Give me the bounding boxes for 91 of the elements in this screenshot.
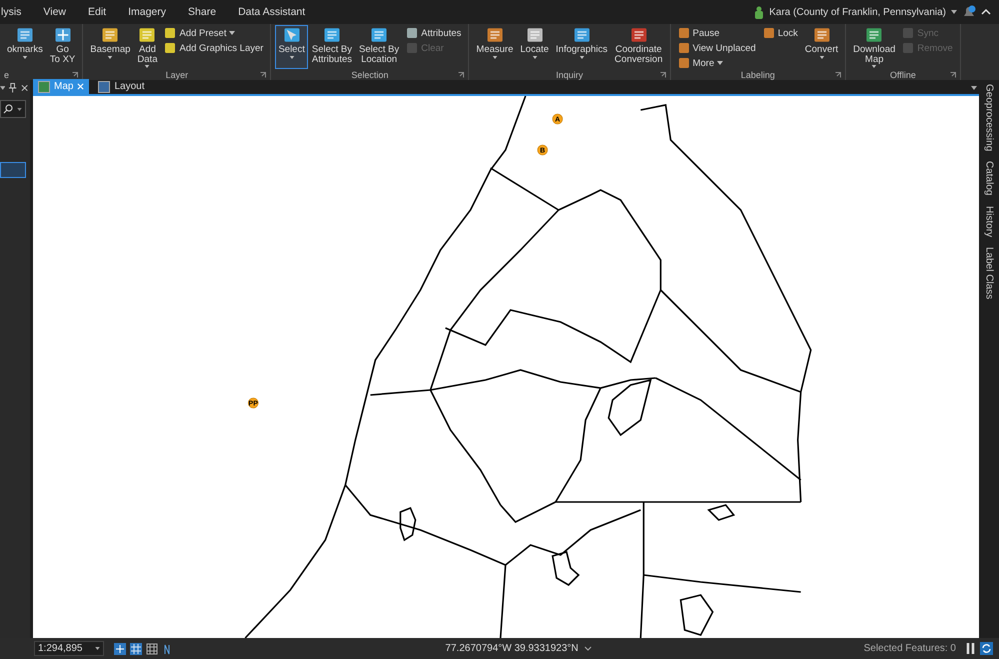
search-field[interactable] [0,100,26,118]
group-label: Labeling [740,70,775,80]
coordinates-text: 77.2670794°W 39.9331923°N [445,643,578,654]
close-icon[interactable] [20,84,28,92]
caret-icon[interactable] [584,646,592,651]
tool-icon [164,27,176,39]
tool-icon [54,26,72,44]
caret-icon[interactable] [971,86,977,90]
document-tab[interactable]: Layout [93,79,150,94]
tool-icon [572,26,591,44]
tool-icon [16,26,34,44]
caret-icon [95,647,100,650]
ribbon-tab[interactable]: Data Assistant [238,6,306,18]
dialog-launcher-icon[interactable] [835,72,842,78]
ribbon-button[interactable]: okmarks [4,25,46,69]
dialog-launcher-icon[interactable] [72,72,78,78]
tool-icon [370,26,388,44]
ribbon-button[interactable]: Coordinate Conversion [612,25,666,69]
tool-icon [406,27,418,39]
dock-tab[interactable]: Catalog [984,161,994,196]
tool-icon [282,26,301,44]
layout-icon [98,80,110,92]
ribbon-button[interactable]: Select [275,25,308,69]
ribbon-button[interactable]: Pause [674,26,759,40]
tool-icon [678,42,690,54]
ribbon-tab[interactable]: View [43,6,66,18]
ribbon-button[interactable]: Infographics [552,25,611,69]
tool-icon [322,26,341,44]
grid-icon[interactable] [130,642,142,654]
tool-icon [101,26,120,44]
ribbon-button[interactable]: Select By Location [356,25,402,69]
tool-icon [678,57,690,69]
tool-icon [902,27,914,39]
group-label: e [4,70,10,80]
ribbon-button[interactable]: Select By Attributes [308,25,355,69]
map-icon [38,80,50,92]
tool-icon [865,26,884,44]
tool-icon [812,26,831,44]
ribbon-button[interactable]: Download Map [850,25,898,69]
ribbon-button[interactable]: Add Preset [161,26,266,40]
caret-icon [951,10,957,14]
caret-icon[interactable] [0,86,6,90]
ribbon-button[interactable]: More [674,56,759,70]
dock-tab[interactable]: History [984,206,994,237]
dialog-launcher-icon[interactable] [660,72,666,78]
ribbon-tab[interactable]: Share [188,6,216,18]
pause-icon[interactable] [966,643,976,654]
layer-row[interactable] [0,162,26,178]
dialog-launcher-icon[interactable] [458,72,464,78]
pin-icon[interactable] [9,83,17,93]
tool-icon [486,26,504,44]
ribbon-button[interactable]: Basemap [87,25,134,69]
dialog-launcher-icon[interactable] [260,72,266,78]
snapping-icon[interactable] [114,642,126,654]
ribbon-button[interactable]: Convert [802,25,842,69]
user-icon [754,6,764,18]
dock-tab[interactable]: Geoprocessing [984,84,994,152]
ribbon-button[interactable]: View Unplaced [674,41,759,55]
group-label: Layer [166,70,188,80]
ribbon-tab[interactable]: Edit [88,6,106,18]
ribbon-button[interactable]: Add Graphics Layer [161,41,266,55]
ribbon-tab[interactable]: Imagery [128,6,166,18]
tool-icon [526,26,544,44]
tool-icon [902,42,914,54]
selected-features-text: Selected Features: 0 [864,643,956,654]
refresh-icon[interactable] [980,642,993,655]
search-icon [3,104,13,114]
tool-icon [678,27,690,39]
scale-field[interactable]: 1:294,895 [34,641,104,656]
tool-icon [164,42,176,54]
ribbon-button[interactable]: Measure [473,25,516,69]
group-label: Selection [351,70,388,80]
tool-icon [138,26,156,44]
collapse-ribbon-icon[interactable] [981,8,991,16]
tool-icon [762,27,775,39]
ribbon-button[interactable]: Go To XY [46,25,78,69]
group-label: Offline [890,70,916,80]
user-account-menu[interactable]: Kara (County of Franklin, Pennsylvania) [769,6,946,18]
ribbon-button[interactable]: Lock [760,26,801,40]
ribbon-tab[interactable]: lysis [1,6,22,18]
group-label: Inquiry [556,70,583,80]
bell-icon[interactable] [962,5,976,19]
tool-icon [630,26,648,44]
dialog-launcher-icon[interactable] [950,72,956,78]
ribbon-button[interactable]: Add Data [134,25,160,69]
ribbon-button[interactable]: Locate [517,25,552,69]
caret-icon [17,108,22,110]
tool-icon [406,42,418,54]
table-icon[interactable] [146,642,158,654]
dock-tab[interactable]: Label Class [984,246,994,300]
ribbon-button[interactable]: Attributes [403,26,464,40]
